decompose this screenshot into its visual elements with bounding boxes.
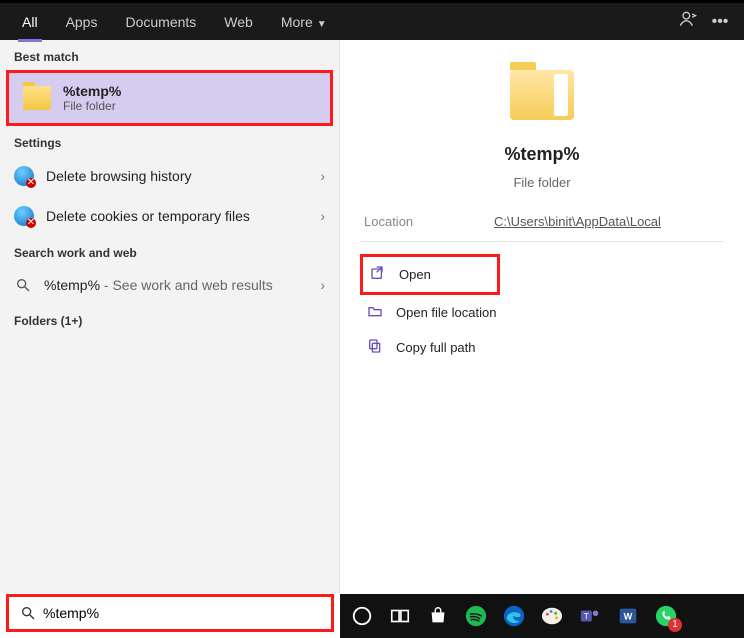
preview-panel: %temp% File folder Location C:\Users\bin… <box>340 40 744 593</box>
tab-more[interactable]: More▼ <box>267 2 341 42</box>
cortana-icon[interactable] <box>344 598 380 634</box>
account-icon[interactable] <box>672 9 704 34</box>
copy-icon <box>366 338 384 357</box>
web-search-result[interactable]: %temp% - See work and web results › <box>0 266 339 304</box>
search-icon <box>19 604 37 622</box>
svg-text:W: W <box>624 612 633 622</box>
tab-web[interactable]: Web <box>210 2 267 42</box>
settings-result-delete-cookies[interactable]: Delete cookies or temporary files › <box>0 196 339 236</box>
taskbar: T W 1 <box>340 594 744 638</box>
location-label: Location <box>364 214 454 229</box>
tab-apps[interactable]: Apps <box>52 2 112 42</box>
taskbar-edge[interactable] <box>496 598 532 634</box>
globe-icon <box>14 206 34 226</box>
globe-icon <box>14 166 34 186</box>
chevron-right-icon: › <box>320 277 325 293</box>
action-open[interactable]: Open <box>360 254 500 295</box>
search-work-web-label: Search work and web <box>0 236 339 266</box>
task-view-icon[interactable] <box>382 598 418 634</box>
action-copy-full-path[interactable]: Copy full path <box>360 330 724 365</box>
preview-subtitle: File folder <box>513 175 570 190</box>
best-match-title: %temp% <box>63 83 121 99</box>
open-icon <box>369 265 387 284</box>
best-match-label: Best match <box>0 40 339 70</box>
taskbar-word[interactable]: W <box>610 598 646 634</box>
chevron-right-icon: › <box>320 168 325 184</box>
notification-badge: 1 <box>668 618 682 632</box>
taskbar-store[interactable] <box>420 598 456 634</box>
action-open-file-location[interactable]: Open file location <box>360 295 724 330</box>
chevron-down-icon: ▼ <box>317 5 327 45</box>
taskbar-spotify[interactable] <box>458 598 494 634</box>
folders-label: Folders (1+) <box>0 304 339 334</box>
chevron-right-icon: › <box>320 208 325 224</box>
tab-documents[interactable]: Documents <box>111 2 210 42</box>
settings-label: Settings <box>0 126 339 156</box>
results-panel: Best match %temp% File folder Settings D… <box>0 40 340 593</box>
settings-result-delete-browsing-history[interactable]: Delete browsing history › <box>0 156 339 196</box>
folder-icon <box>510 70 574 120</box>
taskbar-whatsapp[interactable]: 1 <box>648 598 684 634</box>
location-path-link[interactable]: C:\Users\binit\AppData\Local <box>494 214 661 229</box>
search-icon <box>14 276 32 294</box>
preview-title: %temp% <box>504 144 579 165</box>
taskbar-teams[interactable]: T <box>572 598 608 634</box>
search-box-container <box>6 594 334 632</box>
svg-text:T: T <box>584 612 589 621</box>
tab-all[interactable]: All <box>8 2 52 42</box>
folder-icon <box>23 86 51 110</box>
best-match-result[interactable]: %temp% File folder <box>6 70 333 126</box>
best-match-subtitle: File folder <box>63 99 121 113</box>
search-scope-tabs: All Apps Documents Web More▼ ••• <box>0 0 744 40</box>
taskbar-paint[interactable] <box>534 598 570 634</box>
folder-open-icon <box>366 303 384 322</box>
search-input[interactable] <box>9 597 331 629</box>
more-icon[interactable]: ••• <box>704 13 736 31</box>
